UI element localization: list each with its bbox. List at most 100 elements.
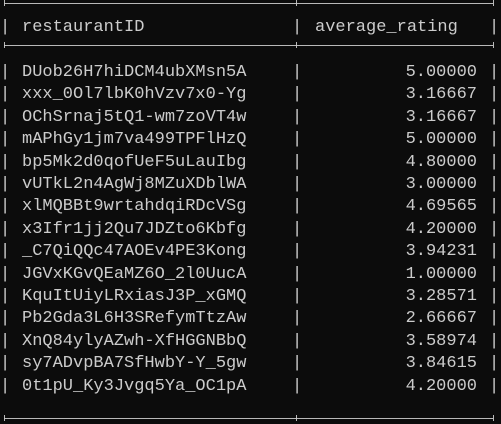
column-separator: |	[292, 63, 303, 82]
column-separator: |	[292, 130, 303, 150]
cell-restaurant-id: xxx_0Ol7lbK0hVzv7x0-Yg	[22, 85, 247, 105]
table-row: | XnQ84ylyAZwh-XfHGGNBbQ | 3.58974 |	[0, 332, 501, 352]
cell-restaurant-id: bp5Mk2d0qofUeF5uLauIbg	[22, 152, 247, 172]
cell-average-rating: 4.69565	[405, 197, 477, 217]
cell-restaurant-id: KquItUiyLRxiasJ3P_xGMQ	[22, 287, 247, 306]
column-separator: |	[489, 287, 500, 306]
column-separator: |	[292, 287, 303, 306]
cell-restaurant-id: Pb2Gda3L6H3SRefymTtzAw	[22, 309, 247, 329]
table-row: | xlMQBBt9wrtahdqiRDcVSg | 4.69565 |	[0, 197, 501, 217]
column-separator: |	[292, 197, 303, 217]
cell-restaurant-id: sy7ADvpBA7SfHwbY-Y_5gw	[22, 354, 247, 374]
table-row: | sy7ADvpBA7SfHwbY-Y_5gw | 3.84615 |	[0, 354, 501, 374]
cell-restaurant-id: mAPhGy1jm7va499TPFlHzQ	[22, 130, 247, 150]
cell-average-rating: 2.66667	[405, 309, 477, 329]
column-separator: |	[0, 264, 11, 284]
column-separator: |	[0, 309, 11, 329]
cell-restaurant-id: xlMQBBt9wrtahdqiRDcVSg	[22, 197, 247, 217]
cell-average-rating: 4.20000	[405, 376, 477, 396]
column-separator: |	[292, 219, 303, 239]
column-separator: |	[489, 63, 500, 82]
cell-average-rating: 3.94231	[405, 242, 477, 262]
cell-restaurant-id: 0t1pU_Ky3Jvgq5Ya_OC1pA	[22, 376, 247, 396]
table-border-line	[296, 45, 493, 46]
cell-average-rating: 4.80000	[405, 152, 477, 172]
column-separator: |	[0, 63, 11, 82]
column-separator: |	[0, 175, 11, 194]
table-border-line	[296, 3, 493, 4]
cell-restaurant-id: DUob26H7hiDCM4ubXMsn5A	[22, 63, 247, 82]
cell-average-rating: 5.00000	[405, 63, 477, 82]
cell-restaurant-id: x3Ifr1jj2Qu7JDZto6Kbfg	[22, 219, 247, 239]
column-separator: |	[489, 376, 500, 396]
column-separator: |	[0, 152, 11, 172]
terminal-window: | restaurantID | average_rating | | DUob2…	[0, 0, 501, 424]
column-separator: |	[292, 264, 303, 284]
table-bottom-border	[0, 415, 501, 421]
table-row: | 0t1pU_Ky3Jvgq5Ya_OC1pA | 4.20000 |	[0, 377, 501, 397]
column-separator: |	[292, 309, 303, 329]
table-border-line	[4, 418, 296, 419]
cell-average-rating: 3.16667	[405, 85, 477, 105]
table-row: | DUob26H7hiDCM4ubXMsn5A | 5.00000 |	[0, 63, 501, 83]
column-header-restaurant-id: restaurantID	[22, 18, 145, 37]
column-separator: |	[0, 354, 11, 374]
column-separator: |	[292, 152, 303, 172]
column-separator: |	[0, 107, 11, 127]
column-separator: |	[0, 331, 11, 351]
column-separator: |	[489, 130, 500, 150]
cell-average-rating: 4.20000	[405, 219, 477, 239]
cell-restaurant-id: OChSrnaj5tQ1-wm7zoVT4w	[22, 107, 247, 127]
column-separator: |	[489, 309, 500, 329]
table-header-row: | restaurantID | average_rating |	[0, 18, 501, 38]
column-separator: |	[0, 242, 11, 262]
table-row: | bp5Mk2d0qofUeF5uLauIbg | 4.80000 |	[0, 153, 501, 173]
column-separator: |	[0, 376, 11, 396]
column-separator: |	[489, 242, 500, 262]
column-separator: |	[489, 107, 500, 127]
column-separator: |	[489, 175, 500, 194]
column-separator: |	[292, 85, 303, 105]
column-separator: |	[489, 18, 500, 37]
column-separator: |	[0, 85, 11, 105]
table-border-line	[4, 45, 296, 46]
column-header-average-rating: average_rating	[315, 18, 458, 37]
column-separator: |	[292, 18, 303, 37]
column-separator: |	[489, 219, 500, 239]
cell-restaurant-id: _C7QiQQc47AOEv4PE3Kong	[22, 242, 247, 262]
table-row: | OChSrnaj5tQ1-wm7zoVT4w | 3.16667 |	[0, 108, 501, 128]
table-row: | JGVxKGvQEaMZ6O_2l0UucA | 1.00000 |	[0, 265, 501, 285]
cell-average-rating: 3.00000	[405, 175, 477, 194]
column-separator: |	[292, 175, 303, 194]
column-separator: |	[489, 331, 500, 351]
column-separator: |	[0, 18, 11, 37]
column-separator: |	[0, 219, 11, 239]
column-separator: |	[292, 376, 303, 396]
table-row: | xxx_0Ol7lbK0hVzv7x0-Yg | 3.16667 |	[0, 85, 501, 105]
table-header-border	[0, 42, 501, 48]
table-border-line	[296, 418, 493, 419]
table-border-line	[4, 3, 296, 4]
table-row: | vUTkL2n4AgWj8MZuXDblWA | 3.00000 |	[0, 175, 501, 195]
table-row: | Pb2Gda3L6H3SRefymTtzAw | 2.66667 |	[0, 309, 501, 329]
column-separator: |	[489, 197, 500, 217]
cell-restaurant-id: XnQ84ylyAZwh-XfHGGNBbQ	[22, 331, 247, 351]
cell-average-rating: 3.16667	[405, 107, 477, 127]
column-separator: |	[292, 107, 303, 127]
column-separator: |	[489, 354, 500, 374]
column-separator: |	[0, 130, 11, 150]
cell-average-rating: 3.28571	[405, 287, 477, 306]
cell-restaurant-id: vUTkL2n4AgWj8MZuXDblWA	[22, 175, 247, 194]
table-junction	[493, 42, 494, 48]
cell-average-rating: 1.00000	[405, 264, 477, 284]
column-separator: |	[0, 287, 11, 306]
column-separator: |	[0, 197, 11, 217]
cell-restaurant-id: JGVxKGvQEaMZ6O_2l0UucA	[22, 264, 247, 284]
column-separator: |	[292, 331, 303, 351]
table-corner	[493, 415, 494, 421]
table-row: | KquItUiyLRxiasJ3P_xGMQ | 3.28571 |	[0, 287, 501, 307]
column-separator: |	[489, 152, 500, 172]
table-row: | x3Ifr1jj2Qu7JDZto6Kbfg | 4.20000 |	[0, 220, 501, 240]
table-row: | _C7QiQQc47AOEv4PE3Kong | 3.94231 |	[0, 242, 501, 262]
column-separator: |	[489, 264, 500, 284]
